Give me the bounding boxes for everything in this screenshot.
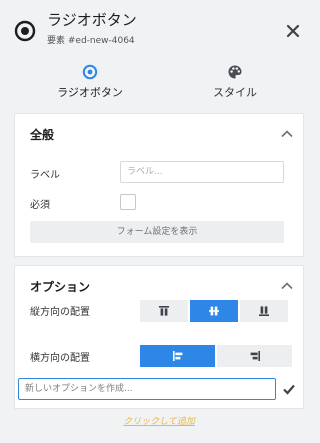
palette-icon [228, 65, 242, 79]
required-field-label: 必須 [30, 200, 50, 211]
align-middle-icon [209, 306, 219, 316]
tab-bar: ラジオボタン スタイル [0, 56, 318, 106]
required-checkbox[interactable] [120, 194, 136, 210]
align-left-icon [172, 351, 182, 361]
form-settings-button[interactable]: フォーム設定を表示 [30, 221, 284, 243]
tab-label: ラジオボタン [57, 86, 123, 99]
new-option-input[interactable] [18, 378, 276, 400]
section-title: 全般 [30, 128, 55, 142]
general-section: 全般 ラベル 必須 フォーム設定を表示 [14, 113, 304, 257]
align-top-icon [159, 306, 169, 316]
tab-style[interactable]: スタイル [160, 56, 310, 106]
radio-button-icon [14, 20, 36, 42]
add-option-link[interactable]: クリックして追加 [0, 414, 318, 427]
align-left-button[interactable] [140, 345, 215, 367]
align-bottom-icon [259, 306, 269, 316]
panel-title: ラジオボタン [47, 11, 137, 29]
checkmark-icon[interactable] [282, 382, 296, 396]
chevron-up-icon[interactable] [279, 278, 295, 294]
vertical-align-label: 縦方向の配置 [30, 307, 90, 318]
horizontal-align-label: 横方向の配置 [30, 353, 90, 364]
align-top-button[interactable] [140, 300, 188, 322]
horizontal-align-control [140, 345, 292, 367]
align-bottom-button[interactable] [240, 300, 288, 322]
chevron-up-icon[interactable] [279, 126, 295, 142]
tab-label: スタイル [213, 86, 257, 99]
section-title: オプション [30, 280, 91, 294]
align-right-icon [250, 351, 260, 361]
close-icon[interactable] [284, 22, 302, 40]
tab-radio-button[interactable]: ラジオボタン [15, 56, 165, 106]
label-input[interactable] [120, 161, 284, 183]
align-right-button[interactable] [217, 345, 292, 367]
align-middle-button[interactable] [190, 300, 238, 322]
radio-target-icon [82, 64, 98, 80]
general-section-header[interactable]: 全般 [15, 114, 303, 154]
vertical-align-control [140, 300, 288, 322]
panel-header: ラジオボタン 要素 #ed-new-4064 [0, 0, 318, 56]
label-field-label: ラベル [30, 170, 60, 181]
element-id-label: 要素 #ed-new-4064 [47, 36, 135, 46]
